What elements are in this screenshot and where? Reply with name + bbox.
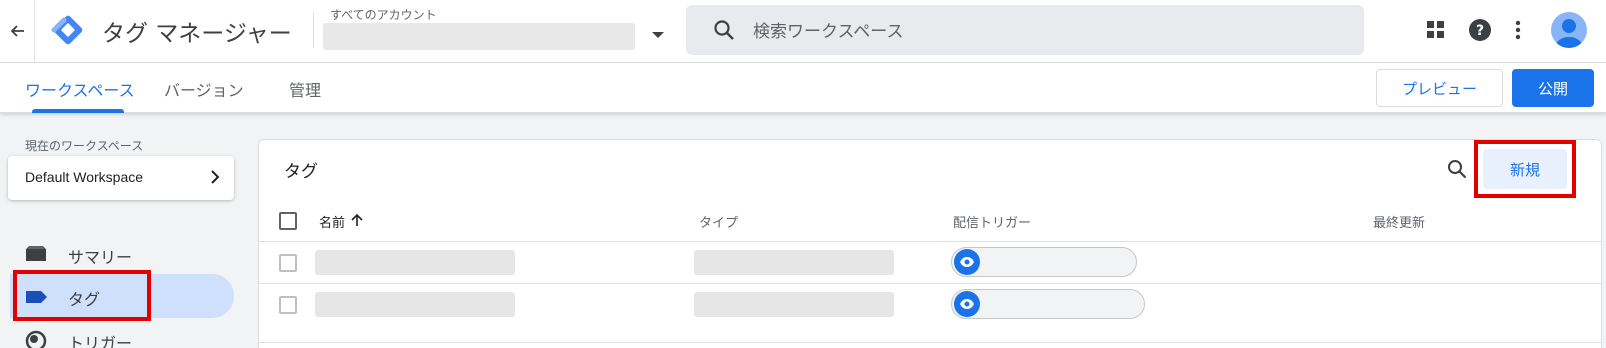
trigger-chip[interactable] [951, 289, 1145, 319]
preview-button[interactable]: プレビュー [1376, 69, 1503, 107]
workspace-name: Default Workspace [25, 169, 144, 185]
column-header-type[interactable]: タイプ [699, 212, 738, 231]
workspace-selector[interactable]: Default Workspace [8, 156, 234, 200]
tag-manager-logo-icon[interactable] [50, 12, 86, 48]
top-app-bar: タグ マネージャー すべてのアカウント 検索ワークスペース ? [0, 0, 1606, 63]
eye-icon [954, 249, 980, 275]
account-selector[interactable] [323, 23, 635, 50]
app-title: タグ マネージャー [102, 21, 292, 47]
highlight-box-tags [13, 270, 151, 321]
svg-text:?: ? [1476, 23, 1484, 39]
sidebar-item-label: トリガー [68, 334, 133, 348]
row-divider [259, 241, 1601, 242]
sidebar-item-triggers[interactable]: トリガー [0, 318, 234, 348]
search-icon [712, 18, 736, 46]
panel-title: タグ [284, 162, 318, 182]
sort-arrow-up-icon[interactable] [350, 212, 364, 231]
more-vert-icon[interactable] [1512, 18, 1524, 46]
tag-type-redacted [694, 292, 894, 317]
column-header-trigger[interactable]: 配信トリガー [953, 212, 1031, 231]
tag-name-redacted[interactable] [315, 250, 515, 275]
row-divider [259, 283, 1601, 284]
account-avatar-icon[interactable] [1551, 12, 1587, 48]
tag-type-redacted [694, 250, 894, 275]
help-icon[interactable]: ? [1468, 18, 1492, 46]
tab-admin[interactable]: 管理 [289, 77, 321, 101]
workspace-toolbar: ワークスペース バージョン 管理 プレビュー 公開 [0, 63, 1606, 113]
account-label: すべてのアカウント [330, 8, 437, 22]
highlight-box-new [1474, 140, 1576, 198]
folder-icon [25, 245, 47, 267]
header-divider [313, 12, 314, 48]
row-divider [259, 342, 1601, 343]
chevron-right-icon [206, 168, 224, 190]
column-header-name[interactable]: 名前 [319, 212, 345, 231]
tab-versions[interactable]: バージョン [164, 77, 244, 101]
sidebar-item-label: サマリー [68, 248, 133, 267]
tab-workspace[interactable]: ワークスペース [25, 77, 135, 101]
trigger-icon [25, 330, 47, 348]
search-placeholder[interactable]: 検索ワークスペース [753, 17, 903, 42]
row-checkbox[interactable] [279, 254, 297, 272]
table-search-icon[interactable] [1446, 158, 1468, 184]
column-header-updated[interactable]: 最終更新 [1373, 212, 1425, 231]
current-workspace-label: 現在のワークスペース [25, 139, 144, 153]
publish-button[interactable]: 公開 [1512, 69, 1594, 107]
select-all-checkbox[interactable] [279, 212, 297, 230]
active-tab-indicator [32, 109, 124, 113]
row-checkbox[interactable] [279, 296, 297, 314]
header-divider [34, 0, 35, 63]
account-dropdown-caret-icon[interactable] [652, 32, 664, 38]
back-arrow-icon[interactable] [6, 19, 30, 43]
eye-icon [954, 291, 980, 317]
apps-grid-icon[interactable] [1424, 18, 1448, 46]
tag-name-redacted[interactable] [315, 292, 515, 317]
